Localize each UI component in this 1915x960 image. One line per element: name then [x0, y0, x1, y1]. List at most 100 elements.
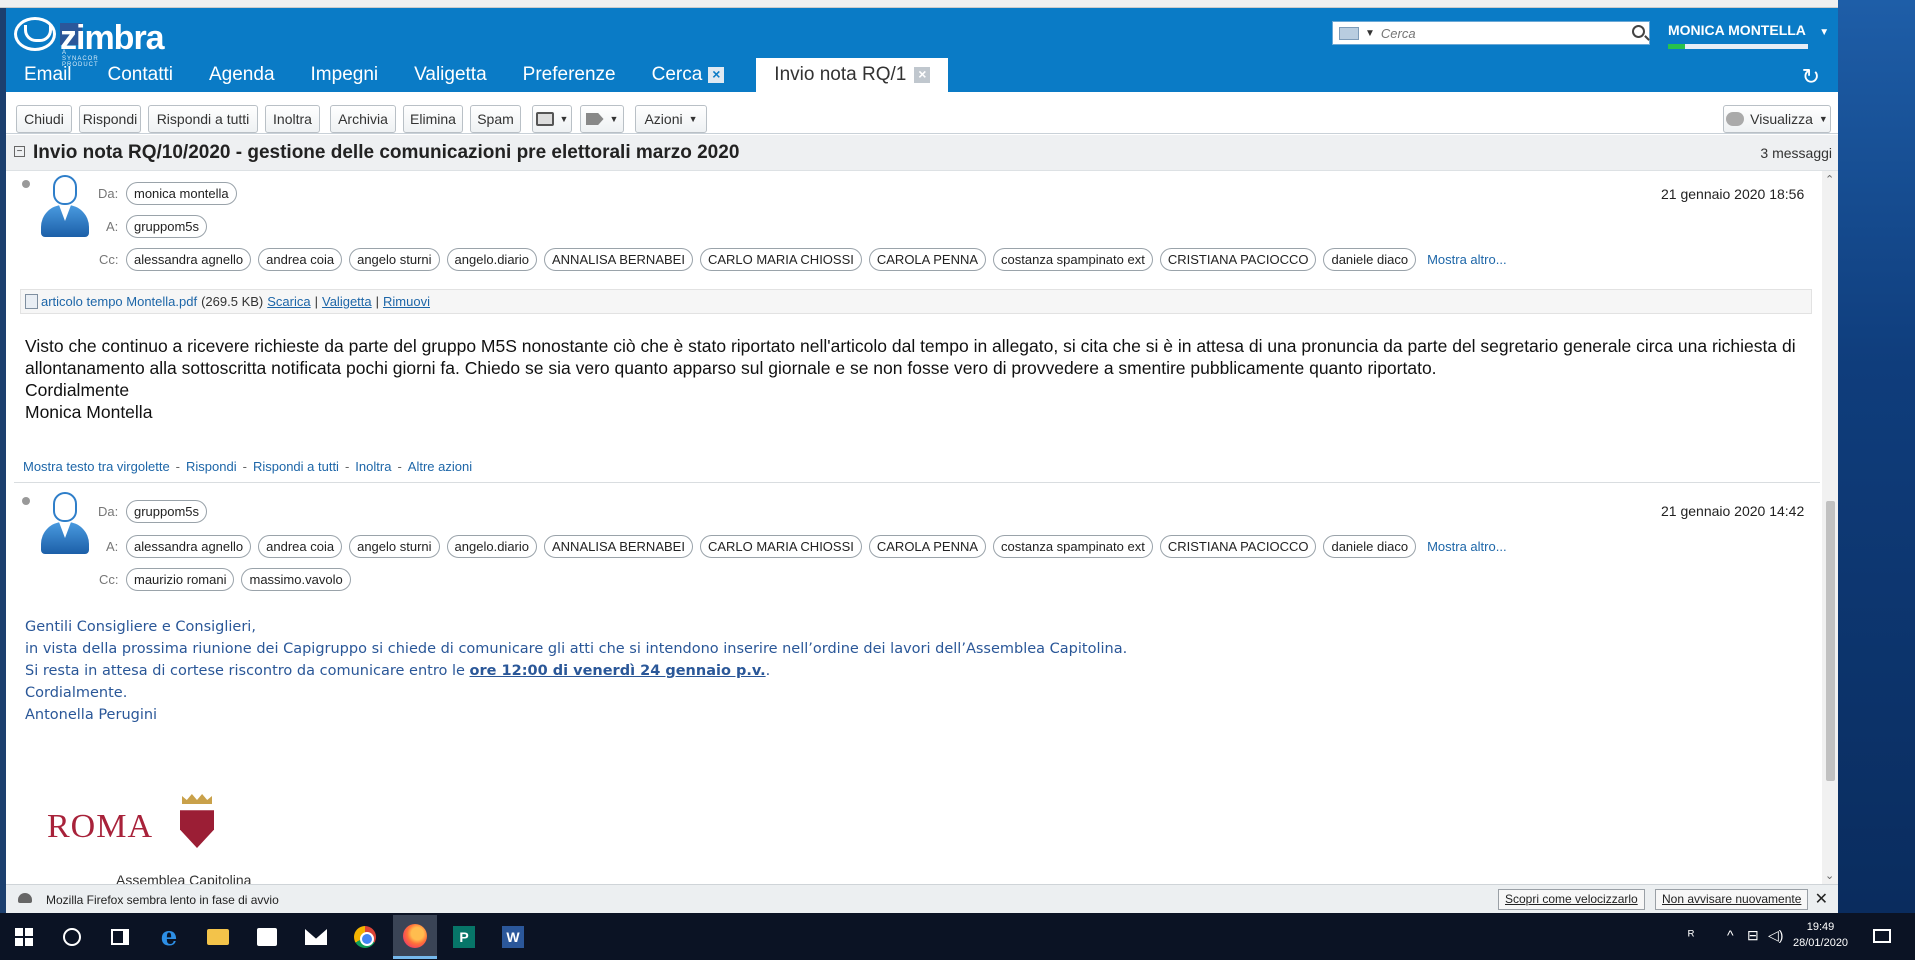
recipient-chip[interactable]: daniele diaco	[1323, 535, 1417, 558]
message-divider	[14, 482, 1820, 483]
briefcase-link[interactable]: Valigetta	[322, 294, 372, 309]
chevron-up-icon[interactable]: ^	[1727, 927, 1734, 943]
recipient-chip[interactable]: angelo.diario	[446, 535, 537, 558]
close-icon[interactable]: ×	[914, 67, 931, 83]
cc-chip[interactable]: massimo.vavolo	[241, 568, 351, 591]
refresh-icon[interactable]: ↻	[1802, 64, 1820, 90]
recipient-chip[interactable]: CRISTIANA PACIOCCO	[1159, 535, 1317, 558]
system-clock[interactable]: 19:49 28/01/2020	[1793, 919, 1848, 951]
tab-contacts[interactable]: Contatti	[90, 58, 191, 92]
search-input[interactable]	[1380, 25, 1621, 41]
publisher-icon[interactable]: P	[450, 923, 478, 951]
cc-chip[interactable]: angelo sturni	[349, 248, 440, 271]
spam-button[interactable]: Spam	[470, 105, 521, 133]
search-icon[interactable]	[1632, 25, 1645, 38]
cc-chip[interactable]: CRISTIANA PACIOCCO	[1159, 248, 1317, 271]
recipient-chip[interactable]: costanza spampinato ext	[993, 535, 1153, 558]
tab-tasks[interactable]: Impegni	[293, 58, 397, 92]
forward-button[interactable]: Inoltra	[265, 105, 320, 133]
dont-warn-button[interactable]: Non avvisare nuovamente	[1655, 889, 1809, 910]
show-more-link[interactable]: Mostra altro...	[1427, 539, 1506, 554]
view-menu-button[interactable]: Visualizza ▼	[1723, 105, 1831, 133]
recipient-chip[interactable]: CAROLA PENNA	[868, 535, 987, 558]
chevron-down-icon: ▼	[688, 114, 698, 124]
scrollbar[interactable]: ⌃ ⌄	[1822, 171, 1838, 884]
edge-icon[interactable]: e	[155, 922, 183, 952]
mail-search-scope-icon[interactable]	[1339, 26, 1359, 40]
close-icon[interactable]: ✕	[1815, 889, 1828, 909]
cc-chip[interactable]: CARLO MARIA CHIOSSI	[699, 248, 862, 271]
delete-button[interactable]: Elimina	[403, 105, 463, 133]
reply-link[interactable]: Rispondi	[186, 459, 237, 474]
cortana-icon[interactable]	[58, 923, 86, 951]
archive-button[interactable]: Archivia	[330, 105, 396, 133]
show-quoted-link[interactable]: Mostra testo tra virgolette	[23, 459, 170, 474]
chevron-down-icon: ▼	[1818, 114, 1828, 124]
word-icon[interactable]: W	[499, 923, 527, 951]
tab-briefcase[interactable]: Valigetta	[396, 58, 505, 92]
scroll-down-icon[interactable]: ⌄	[1825, 869, 1834, 882]
print-menu-button[interactable]: ▼	[532, 105, 572, 133]
scroll-up-icon[interactable]: ⌃	[1825, 173, 1834, 186]
zimbra-logo[interactable]: zimbra A SYNACOR PRODUCT	[14, 14, 165, 68]
user-menu[interactable]: MONICA MONTELLA ▼	[1668, 22, 1829, 38]
cc-chip[interactable]: CAROLA PENNA	[868, 248, 987, 271]
recipient-chip[interactable]: alessandra agnello	[126, 535, 252, 558]
task-view-icon[interactable]	[106, 923, 134, 951]
separator: |	[314, 294, 318, 309]
tab-email[interactable]: Email	[6, 58, 90, 92]
cc-chip[interactable]: daniele diaco	[1323, 248, 1417, 271]
sender-chip[interactable]: monica montella	[126, 182, 237, 205]
read-status-dot[interactable]	[22, 497, 30, 505]
body-paragraph: in vista della prossima riunione dei Cap…	[25, 641, 1128, 657]
chevron-down-icon[interactable]: ▼	[1365, 28, 1375, 39]
sender-chip[interactable]: gruppom5s	[126, 500, 208, 523]
to-row: gruppom5s	[126, 215, 208, 238]
volume-icon[interactable]: ◁)	[1768, 927, 1783, 944]
remove-link[interactable]: Rimuovi	[383, 294, 430, 309]
recipient-chip[interactable]: CARLO MARIA CHIOSSI	[699, 535, 862, 558]
recipient-chip[interactable]: andrea coia	[258, 535, 343, 558]
cc-chip[interactable]: maurizio romani	[126, 568, 235, 591]
attachment-name[interactable]: articolo tempo Montella.pdf	[41, 294, 197, 309]
more-actions-link[interactable]: Altre azioni	[408, 459, 472, 474]
show-more-link[interactable]: Mostra altro...	[1427, 252, 1506, 267]
reply-all-link[interactable]: Rispondi a tutti	[253, 459, 339, 474]
tab-search[interactable]: Cerca ×	[634, 58, 743, 92]
scrollbar-thumb[interactable]	[1826, 501, 1835, 781]
windows-start-icon[interactable]	[10, 923, 38, 951]
recipient-chip[interactable]: ANNALISA BERNABEI	[544, 535, 693, 558]
recipient-chip[interactable]: angelo sturni	[349, 535, 440, 558]
reply-button[interactable]: Rispondi	[79, 105, 141, 133]
collapse-toggle[interactable]: −	[14, 146, 25, 157]
actions-menu-button[interactable]: Azioni ▼	[635, 105, 707, 133]
quota-bar-fill	[1668, 44, 1685, 49]
tab-message-active[interactable]: Invio nota RQ/1 ×	[756, 58, 949, 92]
cc-chip[interactable]: ANNALISA BERNABEI	[544, 248, 693, 271]
file-explorer-icon[interactable]	[204, 923, 232, 951]
read-status-dot[interactable]	[22, 180, 30, 188]
chrome-icon[interactable]	[351, 923, 379, 951]
reply-all-button[interactable]: Rispondi a tutti	[148, 105, 258, 133]
close-icon[interactable]: ×	[708, 67, 725, 83]
recipient-chip[interactable]: gruppom5s	[126, 215, 208, 238]
discover-speedup-button[interactable]: Scopri come velocizzarlo	[1498, 889, 1645, 910]
tab-calendar[interactable]: Agenda	[191, 58, 293, 92]
forward-link[interactable]: Inoltra	[355, 459, 391, 474]
action-center-icon[interactable]	[1873, 929, 1891, 943]
cc-chip[interactable]: costanza spampinato ext	[993, 248, 1153, 271]
windows-taskbar: e P W ᴿ ^ ⊟ ◁) 19:49 28/01/2020	[0, 913, 1915, 960]
mail-icon[interactable]	[302, 923, 330, 951]
download-link[interactable]: Scarica	[267, 294, 310, 309]
people-icon[interactable]: ᴿ	[1688, 927, 1694, 943]
tab-preferences[interactable]: Preferenze	[505, 58, 634, 92]
close-button[interactable]: Chiudi	[16, 105, 72, 133]
tag-menu-button[interactable]: ▼	[580, 105, 624, 133]
store-icon[interactable]	[253, 923, 281, 951]
cc-chip[interactable]: andrea coia	[258, 248, 343, 271]
firefox-icon[interactable]	[393, 915, 437, 959]
cc-chip[interactable]: angelo.diario	[446, 248, 537, 271]
network-icon[interactable]: ⊟	[1747, 927, 1759, 944]
clock-date: 28/01/2020	[1793, 937, 1849, 949]
cc-chip[interactable]: alessandra agnello	[126, 248, 252, 271]
